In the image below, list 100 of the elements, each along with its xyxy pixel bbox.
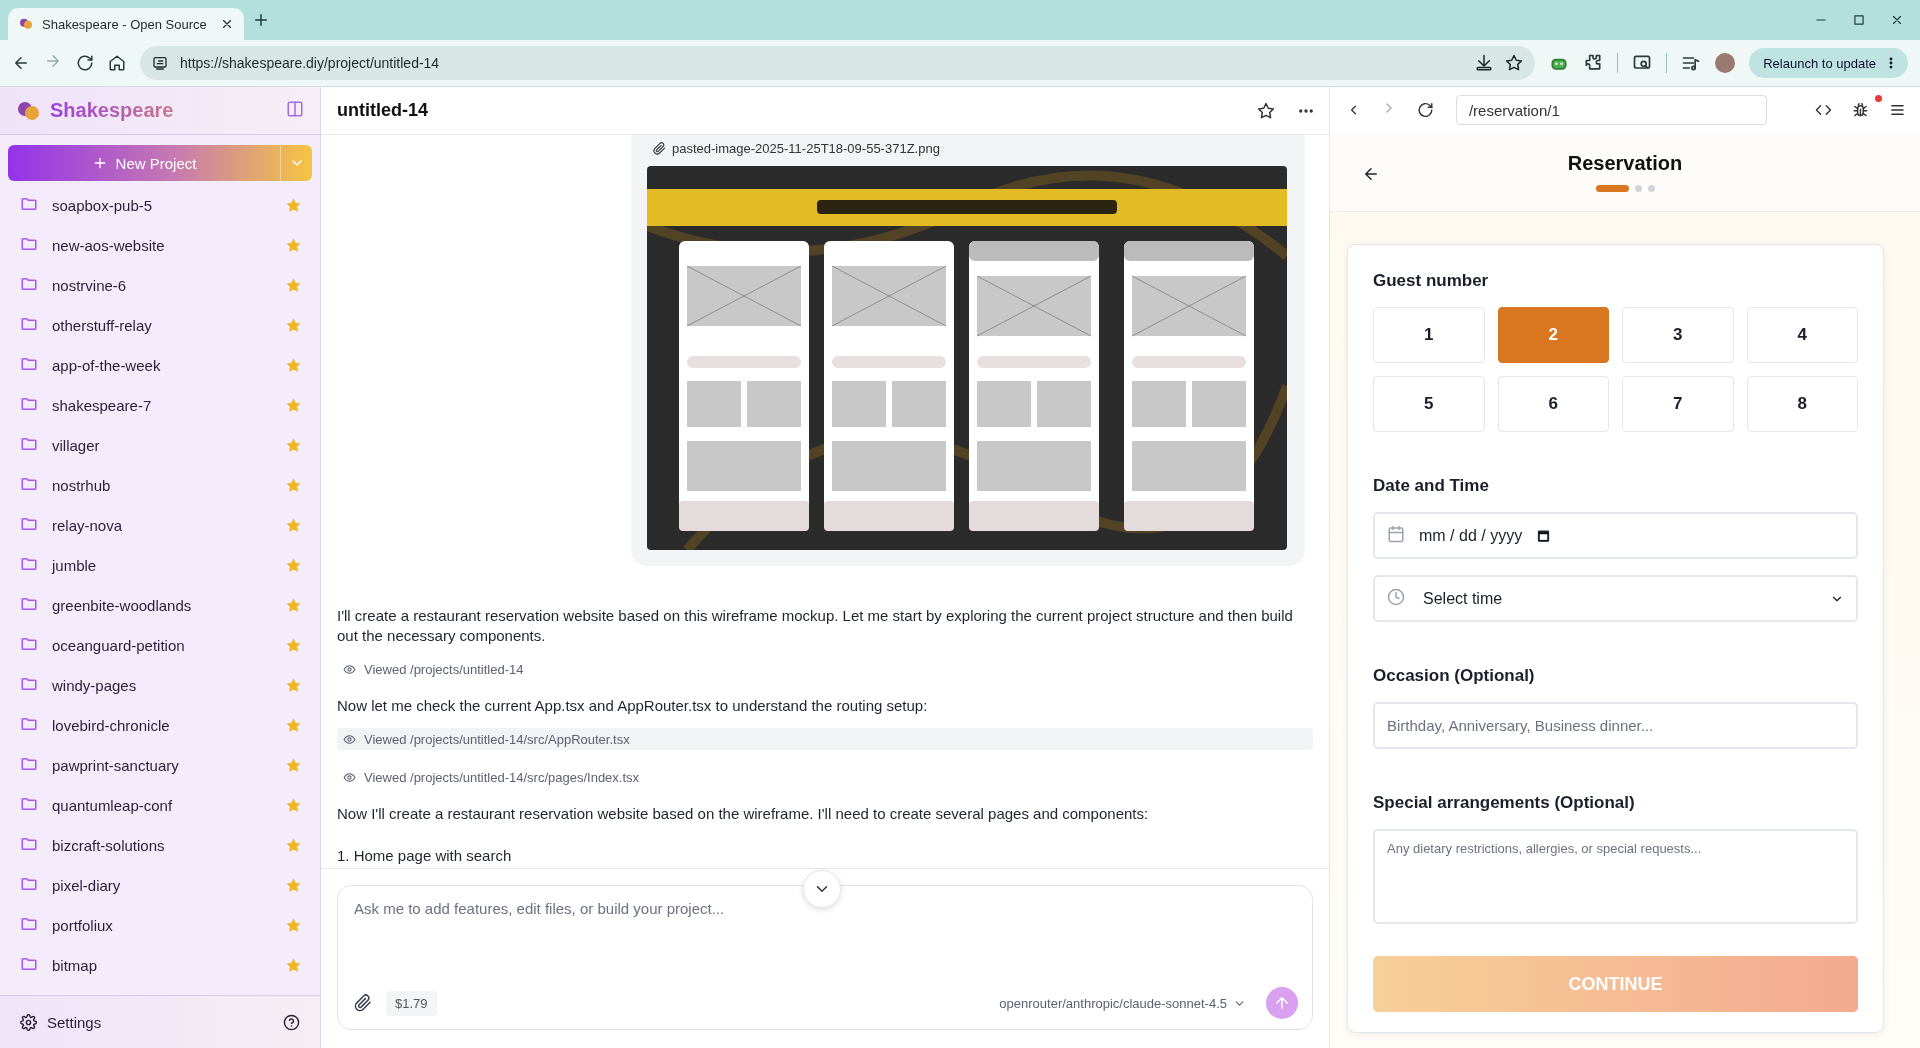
project-item[interactable]: pawprint-sanctuary xyxy=(0,745,320,785)
chat-message: 1. Home page with search xyxy=(337,846,513,866)
model-selector[interactable]: openrouter/anthropic/claude-sonnet-4.5 xyxy=(993,994,1252,1012)
project-item[interactable]: nostrhub xyxy=(0,465,320,505)
star-icon[interactable] xyxy=(285,436,302,454)
project-item[interactable]: bitmap xyxy=(0,945,320,985)
star-icon[interactable] xyxy=(285,196,302,214)
star-icon[interactable] xyxy=(285,876,302,894)
path-text: /reservation/1 xyxy=(1468,101,1560,119)
star-icon[interactable] xyxy=(285,756,302,774)
star-icon[interactable] xyxy=(285,356,302,374)
occasion-field[interactable]: Birthday, Anniversary, Business dinner... xyxy=(1373,702,1858,749)
project-item[interactable]: jumble xyxy=(0,545,320,585)
close-icon[interactable] xyxy=(220,17,234,31)
relaunch-button[interactable]: Relaunch to update xyxy=(1749,48,1908,78)
star-icon[interactable] xyxy=(285,316,302,334)
bug-icon[interactable] xyxy=(1852,101,1870,119)
star-icon[interactable] xyxy=(285,956,302,974)
star-icon[interactable] xyxy=(285,636,302,654)
project-item[interactable]: new-aos-website xyxy=(0,225,320,265)
star-icon[interactable] xyxy=(285,916,302,934)
calendar-icon xyxy=(1387,524,1405,543)
home-icon[interactable] xyxy=(108,54,126,72)
star-icon[interactable] xyxy=(285,836,302,854)
site-settings-icon xyxy=(152,55,168,71)
project-item[interactable]: pixel-diary xyxy=(0,865,320,905)
guest-count-button[interactable]: 8 xyxy=(1746,376,1858,432)
paperclip-icon xyxy=(653,142,666,155)
project-item[interactable]: greenbite-woodlands xyxy=(0,585,320,625)
project-item[interactable]: villager xyxy=(0,425,320,465)
back-arrow-icon[interactable] xyxy=(1362,165,1380,183)
reload-icon[interactable] xyxy=(76,54,94,72)
install-icon[interactable] xyxy=(1475,54,1494,72)
date-placeholder: mm / dd / yyyy xyxy=(1419,526,1523,545)
preview-path-field[interactable]: /reservation/1 xyxy=(1455,95,1768,125)
project-name: bitmap xyxy=(52,956,99,974)
star-icon[interactable] xyxy=(285,796,302,814)
occasion-placeholder: Birthday, Anniversary, Business dinner... xyxy=(1387,717,1654,734)
address-bar[interactable]: https://shakespeare.diy/project/untitled-14 xyxy=(140,46,1536,80)
project-name: relay-nova xyxy=(52,516,124,534)
maximize-icon[interactable] xyxy=(1852,13,1866,27)
star-icon[interactable] xyxy=(285,556,302,574)
project-item[interactable]: relay-nova xyxy=(0,505,320,545)
project-item[interactable]: shakespeare-7 xyxy=(0,385,320,425)
back-icon[interactable] xyxy=(12,54,30,72)
guest-count-button[interactable]: 5 xyxy=(1373,376,1485,432)
chat-message: Now let me check the current App.tsx and AppRouter.tsx to understand the routing setup: xyxy=(337,696,929,716)
project-item[interactable]: portfoliux xyxy=(0,905,320,945)
chat-message: Now I'll create a restaurant reservation website based on the wireframe. I'll need to create several pages and components: xyxy=(337,804,1150,824)
tool-call-row[interactable]: Viewed /projects/untitled-14/src/AppRouter.tsx xyxy=(337,728,1313,750)
tool-call-row[interactable]: Viewed /projects/untitled-14/src/pages/Index.tsx xyxy=(337,766,1313,788)
browser-tab[interactable]: Shakespeare - Open Source xyxy=(8,8,244,40)
star-icon[interactable] xyxy=(285,276,302,294)
new-tab-icon[interactable] xyxy=(252,11,270,29)
field-label: Date and Time xyxy=(1373,476,1490,496)
project-item[interactable]: lovebird-chronicle xyxy=(0,705,320,745)
date-field[interactable]: mm / dd / yyyy xyxy=(1373,512,1858,559)
special-placeholder: Any dietary restrictions, allergies, or special requests... xyxy=(1387,841,1702,856)
project-item[interactable]: otherstuff-relay xyxy=(0,305,320,345)
project-item[interactable]: windy-pages xyxy=(0,665,320,705)
forward-icon[interactable] xyxy=(44,52,62,70)
profile-avatar[interactable] xyxy=(1715,53,1736,73)
star-icon[interactable] xyxy=(285,516,302,534)
cost-badge: $1.79 xyxy=(386,990,437,1016)
star-icon[interactable] xyxy=(285,596,302,614)
close-icon[interactable] xyxy=(1890,13,1904,27)
help-icon[interactable] xyxy=(283,1013,300,1031)
project-item[interactable]: app-of-the-week xyxy=(0,345,320,385)
reload-icon[interactable] xyxy=(1417,101,1434,119)
puzzle-icon[interactable] xyxy=(1583,53,1604,73)
star-icon[interactable] xyxy=(285,396,302,414)
url-text: https://shakespeare.diy/project/untitled-14 xyxy=(180,55,441,71)
time-select[interactable]: Select time xyxy=(1373,575,1858,622)
project-title: untitled-14 xyxy=(337,100,429,121)
tool-call-row[interactable]: Viewed /projects/untitled-14 xyxy=(337,658,1313,680)
project-name: shakespeare-7 xyxy=(52,396,153,414)
project-name: nostrhub xyxy=(52,476,112,494)
calendar-picker-icon[interactable] xyxy=(1536,528,1552,543)
special-requests-field[interactable]: Any dietary restrictions, allergies, or special requests... xyxy=(1373,829,1858,924)
chat-input[interactable]: Ask me to add features, edit files, or build your project... $1.79 openrouter/anthropic/claude-sonnet-4.5 xyxy=(337,885,1313,1030)
clock-icon xyxy=(1387,587,1405,606)
guest-count-button[interactable]: 3 xyxy=(1622,307,1734,363)
guest-count-button[interactable]: 6 xyxy=(1497,376,1609,432)
star-outline-icon[interactable] xyxy=(1257,101,1275,120)
bookmark-star-icon[interactable] xyxy=(1505,54,1524,72)
project-item[interactable]: bizcraft-solutions xyxy=(0,825,320,865)
attach-icon[interactable] xyxy=(354,994,372,1012)
send-button[interactable] xyxy=(1266,987,1298,1019)
guest-count-button[interactable]: 7 xyxy=(1622,376,1734,432)
project-item[interactable]: oceanguard-petition xyxy=(0,625,320,665)
guest-count-button[interactable]: 4 xyxy=(1746,307,1858,363)
star-icon[interactable] xyxy=(285,476,302,494)
guest-count-button[interactable]: 1 xyxy=(1373,307,1485,363)
star-icon[interactable] xyxy=(285,236,302,254)
project-item[interactable]: nostrvine-6 xyxy=(0,265,320,305)
project-item[interactable]: soapbox-pub-5 xyxy=(0,185,320,225)
star-icon[interactable] xyxy=(285,676,302,694)
project-item[interactable]: quantumleap-conf xyxy=(0,785,320,825)
sidebar-toggle-icon[interactable] xyxy=(286,99,304,118)
star-icon[interactable] xyxy=(285,716,302,734)
